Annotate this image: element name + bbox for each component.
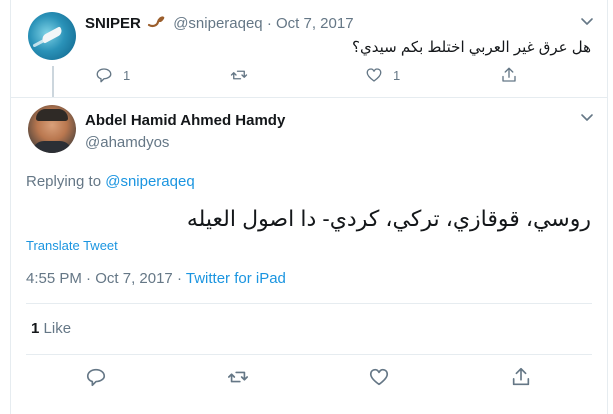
replying-to: Replying to @sniperaqeq [26, 173, 195, 190]
divider [26, 303, 592, 304]
tweet-actions: 1 1 [85, 66, 525, 88]
chevron-down-icon[interactable] [579, 109, 595, 125]
display-name[interactable]: Abdel Hamid Ahmed Hamdy [85, 112, 285, 129]
heart-icon[interactable] [368, 366, 390, 388]
translate-tweet-link[interactable]: Translate Tweet [26, 238, 118, 253]
avatar[interactable] [28, 12, 76, 60]
thread-connector-line [52, 66, 54, 97]
likes-summary[interactable]: 1 Like [31, 320, 71, 337]
tweet-time[interactable]: 4:55 PM [26, 270, 82, 287]
share-icon [502, 67, 516, 82]
reply-count: 1 [123, 67, 131, 83]
tweet-source-link[interactable]: Twitter for iPad [186, 270, 286, 287]
reply-icon[interactable] [85, 366, 107, 388]
handle[interactable]: @sniperaqeq [173, 15, 262, 32]
tweet-metadata: 4:55 PM · Oct 7, 2017 · Twitter for iPad [26, 270, 286, 287]
handle[interactable]: @ahamdyos [85, 134, 169, 151]
share-icon[interactable] [510, 366, 532, 388]
chevron-down-icon[interactable] [579, 13, 595, 29]
separator: · [86, 270, 92, 287]
heart-icon [366, 68, 382, 82]
tweet-date[interactable]: Oct 7, 2017 [276, 15, 354, 32]
retweet-icon[interactable] [227, 366, 249, 388]
reply-icon [96, 68, 112, 83]
separator: · [266, 15, 272, 32]
scorpion-emoji-icon [147, 14, 165, 31]
divider [26, 354, 592, 355]
like-label: Like [43, 320, 72, 337]
reply-button[interactable]: 1 [95, 66, 130, 84]
like-button[interactable]: 1 [365, 66, 400, 84]
like-count: 1 [393, 67, 401, 83]
separator: · [176, 270, 182, 287]
tweet-thread-container: SNIPER @sniperaqeq · Oct 7, 2017 هل عرق … [10, 0, 608, 414]
display-name[interactable]: SNIPER [85, 15, 141, 32]
retweet-button[interactable] [230, 66, 258, 84]
tweet-text: روسي، قوقازي، تركي، كردي- دا اصول العيله [186, 206, 591, 231]
tweet-date[interactable]: Oct 7, 2017 [95, 270, 173, 287]
tweet-text: هل عرق غير العربي اختلط بكم سيدي؟ [352, 39, 591, 56]
retweet-icon [230, 70, 248, 80]
avatar[interactable] [28, 105, 76, 153]
tweet-actions [11, 366, 607, 390]
replying-to-link[interactable]: @sniperaqeq [105, 173, 194, 190]
replying-prefix: Replying to [26, 173, 102, 190]
parent-tweet[interactable]: SNIPER @sniperaqeq · Oct 7, 2017 هل عرق … [11, 0, 607, 98]
share-button[interactable] [500, 66, 518, 84]
like-count: 1 [31, 320, 40, 337]
parent-tweet-header: SNIPER @sniperaqeq · Oct 7, 2017 [85, 14, 354, 32]
